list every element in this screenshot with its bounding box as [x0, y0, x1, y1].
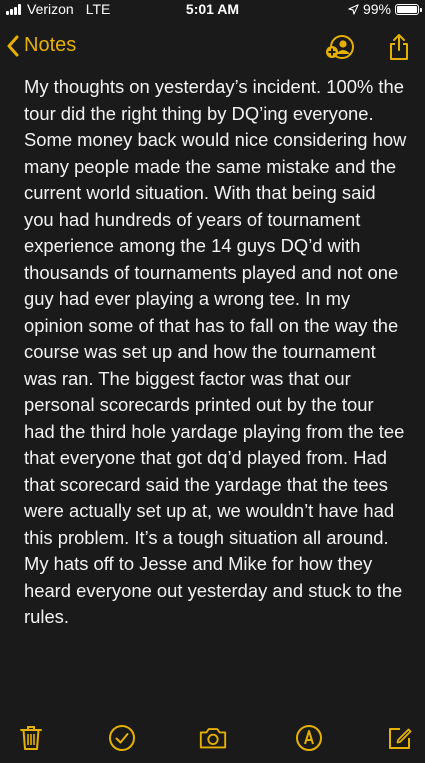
- bottom-toolbar: [0, 713, 425, 763]
- chevron-left-icon: [7, 35, 19, 56]
- back-button[interactable]: Notes: [6, 34, 76, 57]
- camera-icon[interactable]: [198, 723, 228, 753]
- battery-fill: [397, 5, 417, 13]
- status-right: 99%: [348, 1, 422, 17]
- share-icon[interactable]: [387, 33, 411, 66]
- markup-icon[interactable]: [294, 723, 324, 753]
- trash-icon[interactable]: [16, 723, 46, 753]
- nav-bar: Notes: [0, 26, 425, 66]
- add-person-icon[interactable]: [325, 34, 357, 65]
- note-body[interactable]: My thoughts on yesterday’s incident. 100…: [24, 74, 409, 631]
- location-icon: [348, 3, 359, 15]
- compose-icon[interactable]: [385, 723, 415, 753]
- status-bar: Verizon LTE 5:01 AM 99%: [0, 0, 425, 20]
- battery-tip: [420, 7, 422, 12]
- back-label: Notes: [24, 34, 77, 56]
- battery-icon: [395, 3, 422, 15]
- battery-percent: 99%: [362, 1, 391, 17]
- checklist-icon[interactable]: [107, 723, 137, 753]
- nav-actions: [325, 33, 411, 66]
- notes-screen: Verizon LTE 5:01 AM 99% Notes My thought…: [0, 0, 425, 763]
